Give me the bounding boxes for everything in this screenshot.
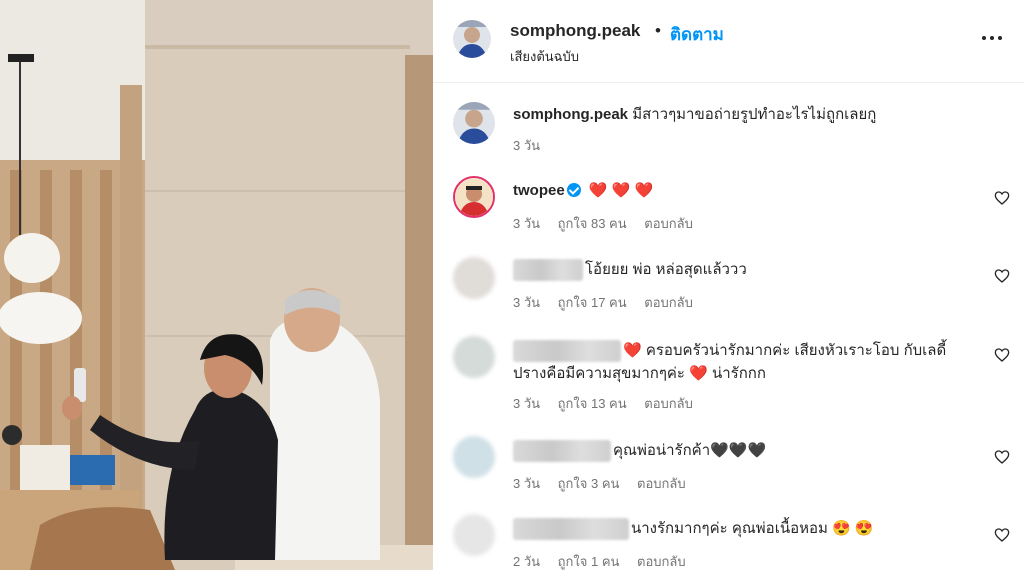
comment-body: โอ้ยยย พ่อ หล่อสุดแล้ววว — [585, 261, 747, 278]
follow-button[interactable]: ติดตาม — [670, 21, 724, 48]
caption-time[interactable]: 3 วัน — [513, 138, 540, 153]
comment-text: ❤️ ครอบครัวน่ารักมากค่ะ เสียงหัวเราะโอบ … — [513, 340, 946, 385]
comment-meta: 3 วัน ถูกใจ 13 คน ตอบกลับ — [513, 393, 707, 414]
comment-meta: 3 วัน ถูกใจ 17 คน ตอบกลับ — [513, 292, 707, 313]
commenter-avatar-image — [455, 178, 493, 216]
caption-avatar[interactable] — [453, 102, 495, 144]
commenter-avatar[interactable] — [453, 436, 495, 478]
blurred-username[interactable] — [513, 340, 621, 363]
reply-button[interactable]: ตอบกลับ — [637, 476, 686, 491]
blurred-username[interactable] — [513, 518, 629, 541]
comment-likes[interactable]: ถูกใจ 13 คน — [558, 396, 627, 411]
comment-time[interactable]: 3 วัน — [513, 216, 540, 231]
caption-avatar-image — [453, 102, 495, 144]
caption-meta: 3 วัน — [513, 135, 554, 156]
comment-time[interactable]: 3 วัน — [513, 295, 540, 310]
commenter-avatar[interactable] — [453, 336, 495, 378]
author-avatar[interactable] — [453, 20, 491, 58]
reply-button[interactable]: ตอบกลับ — [644, 295, 693, 310]
post-header: somphong.peak • ติดตาม เสียงต้นฉบับ — [433, 0, 1024, 83]
separator-dot: • — [655, 21, 661, 40]
caption-username[interactable]: somphong.peak — [513, 106, 628, 123]
comment-meta: 3 วัน ถูกใจ 3 คน ตอบกลับ — [513, 473, 700, 494]
comment-text: twopee ❤️ ❤️ ❤️ — [513, 180, 653, 202]
author-avatar-image — [453, 20, 491, 58]
heart-outline-icon[interactable] — [994, 449, 1010, 465]
blurred-username[interactable] — [513, 440, 611, 463]
comment-time[interactable]: 3 วัน — [513, 396, 540, 411]
comment-likes[interactable]: ถูกใจ 83 คน — [558, 216, 627, 231]
comment-time[interactable]: 3 วัน — [513, 476, 540, 491]
more-horizontal-icon[interactable] — [979, 24, 1005, 50]
commenter-avatar[interactable] — [453, 176, 495, 218]
reply-button[interactable]: ตอบกลับ — [644, 396, 693, 411]
comment-likes[interactable]: ถูกใจ 17 คน — [558, 295, 627, 310]
comment-meta: 3 วัน ถูกใจ 83 คน ตอบกลับ — [513, 213, 707, 234]
caption-text: somphong.peak มีสาวๆมาขอถ่ายรูปทำอะไรไม่… — [513, 104, 876, 126]
post-photo[interactable] — [0, 0, 433, 570]
comment-text: โอ้ยยย พ่อ หล่อสุดแล้ววว — [513, 259, 747, 282]
verified-badge-icon — [566, 183, 581, 198]
comment-body: ❤️ ❤️ ❤️ — [588, 182, 654, 199]
caption-body: มีสาวๆมาขอถ่ายรูปทำอะไรไม่ถูกเลยกู — [632, 106, 877, 123]
reply-button[interactable]: ตอบกลับ — [637, 554, 686, 569]
comment-likes[interactable]: ถูกใจ 3 คน — [558, 476, 620, 491]
comment-meta: 2 วัน ถูกใจ 1 คน ตอบกลับ — [513, 551, 700, 572]
reply-button[interactable]: ตอบกลับ — [644, 216, 693, 231]
comment-body-line1: ❤️ ครอบครัวน่ารักมากค่ะ เสียงหัวเราะโอบ … — [623, 342, 947, 359]
commenter-avatar[interactable] — [453, 514, 495, 556]
audio-label[interactable]: เสียงต้นฉบับ — [510, 46, 579, 67]
post-photo-image — [0, 0, 433, 570]
blurred-username[interactable] — [513, 259, 583, 282]
heart-outline-icon[interactable] — [994, 527, 1010, 543]
heart-outline-icon[interactable] — [994, 190, 1010, 206]
comment-text: นางรักมากๆค่ะ คุณพ่อเนื้อหอม 😍 😍 — [513, 518, 874, 541]
comment-likes[interactable]: ถูกใจ 1 คน — [558, 554, 620, 569]
heart-outline-icon[interactable] — [994, 347, 1010, 363]
comment-body: นางรักมากๆค่ะ คุณพ่อเนื้อหอม 😍 😍 — [631, 520, 874, 537]
commenter-avatar[interactable] — [453, 257, 495, 299]
comment-time[interactable]: 2 วัน — [513, 554, 540, 569]
comment-body: คุณพ่อน่ารักค้า🖤🖤🖤 — [613, 442, 767, 459]
comment-username[interactable]: twopee — [513, 182, 565, 199]
post-side-panel: somphong.peak • ติดตาม เสียงต้นฉบับ somp… — [433, 0, 1024, 570]
comment-body-line2: ปรางคือมีความสุขมากๆค่ะ ❤️ น่ารักกก — [513, 365, 766, 383]
heart-outline-icon[interactable] — [994, 268, 1010, 284]
comment-text: คุณพ่อน่ารักค้า🖤🖤🖤 — [513, 440, 767, 463]
author-username[interactable]: somphong.peak — [510, 21, 640, 41]
